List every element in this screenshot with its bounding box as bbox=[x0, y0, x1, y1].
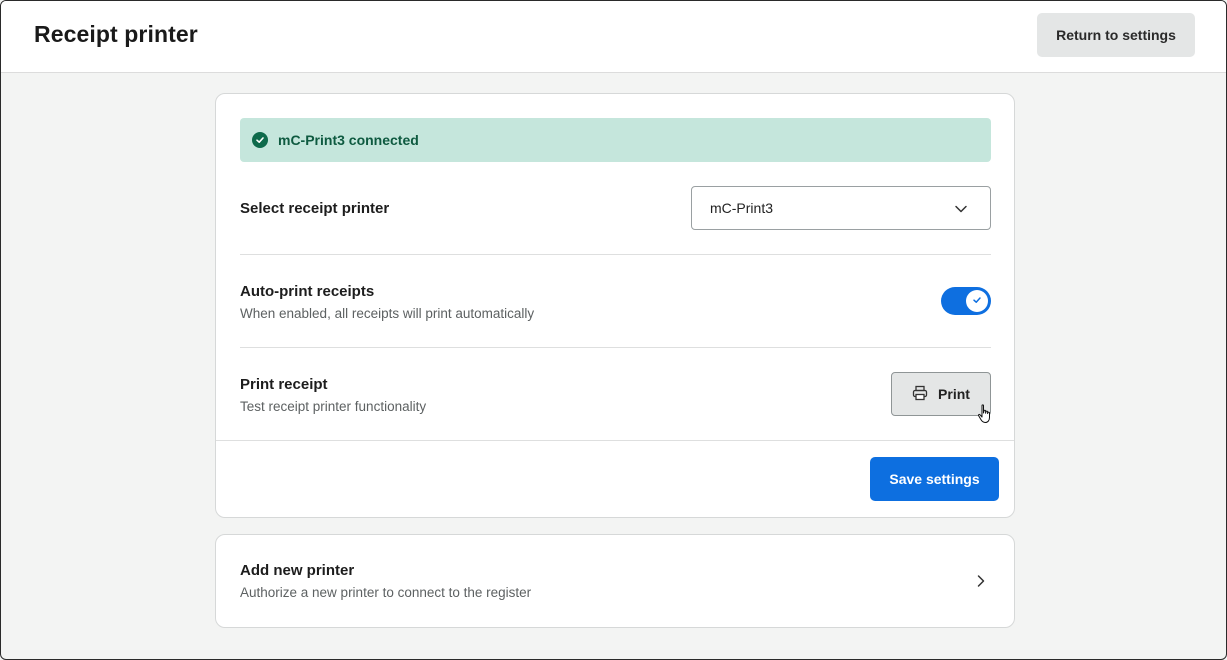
divider bbox=[240, 347, 991, 348]
auto-print-label: Auto-print receipts bbox=[240, 283, 375, 300]
print-test-button[interactable]: Print bbox=[891, 372, 991, 416]
add-printer-description: Authorize a new printer to connect to th… bbox=[240, 585, 532, 600]
printer-icon bbox=[912, 385, 938, 404]
hand-pointer-icon bbox=[977, 404, 993, 429]
add-printer-label: Add new printer bbox=[240, 562, 355, 579]
connection-status-banner: mC-Print3 connected bbox=[240, 118, 991, 162]
printer-select[interactable]: mC-Print3 bbox=[691, 186, 991, 230]
print-receipt-label: Print receipt bbox=[240, 376, 328, 393]
add-printer-card[interactable]: Add new printer Authorize a new printer … bbox=[215, 534, 1015, 628]
auto-print-description: When enabled, all receipts will print au… bbox=[240, 306, 535, 321]
auto-print-toggle[interactable] bbox=[941, 287, 991, 315]
return-to-settings-button[interactable]: Return to settings bbox=[1037, 13, 1195, 57]
footer-divider bbox=[216, 440, 1014, 441]
page-title: Receipt printer bbox=[34, 21, 198, 47]
top-bar: Receipt printer Return to settings bbox=[1, 1, 1226, 73]
chevron-down-icon bbox=[954, 202, 968, 219]
toggle-knob bbox=[966, 290, 988, 312]
connection-status-text: mC-Print3 connected bbox=[278, 132, 419, 148]
app-window: Receipt printer Return to settings mC-Pr… bbox=[0, 0, 1227, 660]
select-printer-label: Select receipt printer bbox=[240, 200, 390, 217]
check-icon bbox=[972, 292, 982, 310]
check-circle-icon bbox=[252, 132, 268, 148]
printer-select-value: mC-Print3 bbox=[710, 200, 774, 216]
save-settings-button[interactable]: Save settings bbox=[870, 457, 999, 501]
divider bbox=[240, 254, 991, 255]
printer-settings-card: mC-Print3 connected Select receipt print… bbox=[215, 93, 1015, 518]
chevron-right-icon bbox=[974, 574, 988, 593]
print-button-label: Print bbox=[938, 386, 970, 402]
print-receipt-description: Test receipt printer functionality bbox=[240, 399, 427, 414]
